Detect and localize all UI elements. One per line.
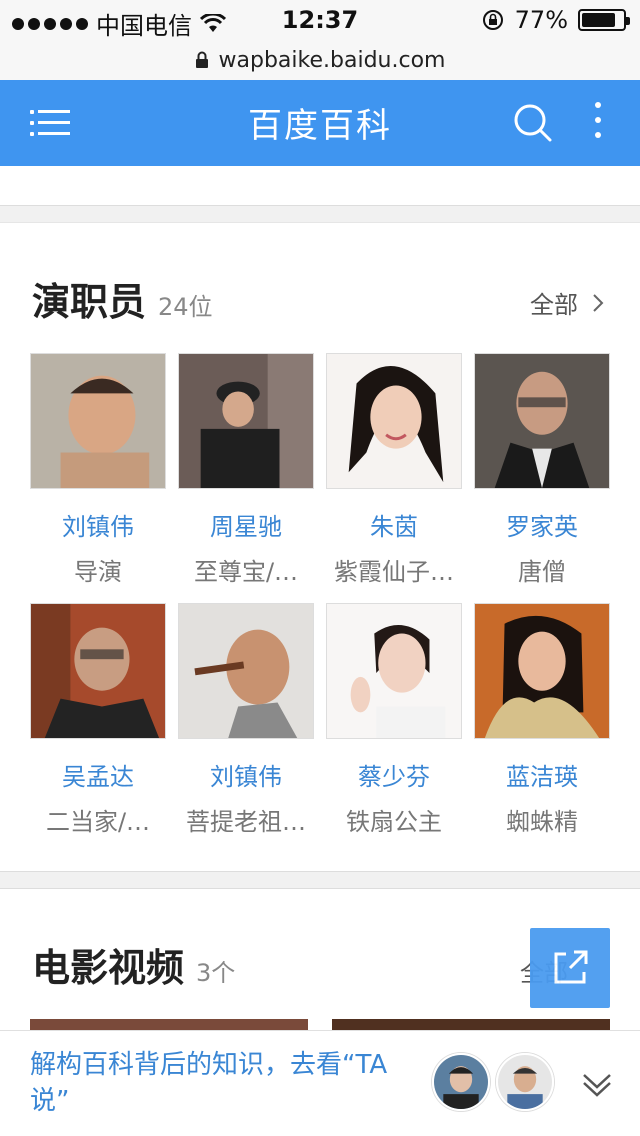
cast-photo (326, 353, 462, 489)
chevron-down-icon[interactable] (580, 1067, 614, 1101)
battery-percent: 77% (514, 6, 568, 34)
cast-grid: 刘镇伟 导演 周星驰 至尊宝/… 朱茵 紫霞仙子… 罗家英 唐僧 吴孟达 二当家… (30, 353, 610, 837)
cast-name: 刘镇伟 (62, 513, 134, 541)
cast-item[interactable]: 蓝洁瑛 蜘蛛精 (474, 603, 610, 837)
films-count: 3个 (196, 959, 236, 987)
status-bar: 中国电信 12:37 77% (0, 0, 640, 40)
cast-role: 至尊宝/… (193, 558, 299, 586)
cast-item[interactable]: 吴孟达 二当家/… (30, 603, 166, 837)
cast-role: 唐僧 (518, 558, 566, 586)
avatar (432, 1053, 490, 1111)
cast-photo (30, 603, 166, 739)
cast-all-label: 全部 (530, 291, 578, 319)
cast-header: 演职员 24位 (32, 271, 213, 326)
cast-role: 导演 (74, 558, 122, 586)
app-header: 百度百科 (0, 80, 640, 166)
cast-photo (178, 603, 314, 739)
cast-item[interactable]: 刘镇伟 导演 (30, 353, 166, 587)
films-title: 电影视频 (32, 946, 185, 990)
cast-all-link[interactable]: 全部 (530, 285, 604, 320)
cast-photo (474, 353, 610, 489)
share-button[interactable] (530, 928, 610, 1008)
cast-name: 周星驰 (210, 513, 282, 541)
cast-photo (30, 353, 166, 489)
cast-name: 罗家英 (506, 513, 578, 541)
battery-icon (578, 9, 630, 31)
avatar (496, 1053, 554, 1111)
cast-item[interactable]: 刘镇伟 菩提老祖… (178, 603, 314, 837)
cast-name: 蓝洁瑛 (506, 763, 578, 791)
share-icon (554, 950, 588, 984)
cast-item[interactable]: 朱茵 紫霞仙子… (326, 353, 462, 587)
cast-role: 菩提老祖… (186, 808, 306, 836)
cast-item[interactable]: 周星驰 至尊宝/… (178, 353, 314, 587)
cast-role: 紫霞仙子… (334, 558, 454, 586)
cast-name: 朱茵 (370, 513, 418, 541)
cast-count: 24位 (158, 293, 213, 321)
promo-bar[interactable]: 解构百科背后的知识，去看“TA说” (0, 1030, 640, 1136)
cast-photo (474, 603, 610, 739)
cast-name: 刘镇伟 (210, 763, 282, 791)
cast-photo (178, 353, 314, 489)
chevron-right-icon (593, 293, 604, 312)
url-text: wapbaike.baidu.com (218, 47, 446, 73)
cast-item[interactable]: 蔡少芬 铁扇公主 (326, 603, 462, 837)
url-bar[interactable]: wapbaike.baidu.com (0, 40, 640, 80)
cast-section: 演职员 24位 全部 刘镇伟 导演 周星驰 至尊宝/… 朱茵 紫霞仙子… 罗家英… (0, 222, 640, 872)
cast-photo (326, 603, 462, 739)
status-right: 77% (481, 6, 630, 34)
rotation-lock-icon (482, 10, 503, 30)
films-header: 电影视频 3个 (32, 937, 235, 992)
cast-name: 蔡少芬 (358, 763, 430, 791)
more-icon[interactable] (592, 102, 604, 144)
cast-title: 演职员 (32, 280, 147, 324)
cast-name: 吴孟达 (62, 763, 134, 791)
cast-role: 蜘蛛精 (506, 808, 578, 836)
cast-role: 铁扇公主 (346, 808, 442, 836)
cast-role: 二当家/… (45, 808, 151, 836)
cast-item[interactable]: 罗家英 唐僧 (474, 353, 610, 587)
content-strip (0, 166, 640, 206)
promo-text[interactable]: 解构百科背后的知识，去看“TA说” (30, 1047, 420, 1119)
search-icon[interactable] (512, 102, 554, 144)
lock-icon (195, 51, 208, 68)
